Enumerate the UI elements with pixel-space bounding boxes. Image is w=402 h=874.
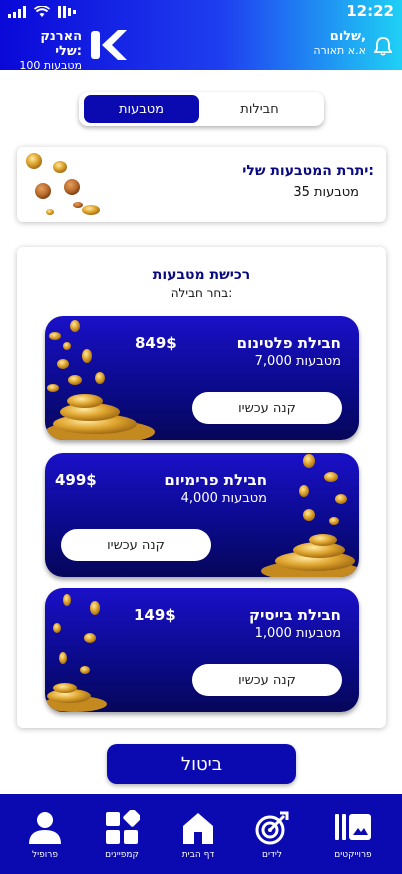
coins-illustration <box>26 153 100 215</box>
home-icon <box>183 813 213 844</box>
tab-packages[interactable]: חבילות <box>202 95 317 123</box>
package-name: חבילת בייסיק <box>248 606 341 624</box>
balance-value: 35 מטבעות <box>293 185 359 200</box>
nav-label: דף הבית <box>181 850 215 860</box>
balance-card: יתרת המטבעות שלי: 35 מטבעות <box>17 147 386 222</box>
main-content: מטבעות חבילות יתרת המטבעות שלי: 35 מטבעו… <box>0 70 402 794</box>
nav-label: לידים <box>261 850 283 860</box>
tab-switcher: מטבעות חבילות <box>79 92 324 126</box>
package-card-premium: חבילת פרימיום 4,000 מטבעות 499$ קנה עכשי… <box>45 453 359 577</box>
campaigns-icon <box>106 810 140 844</box>
profile-icon <box>29 812 61 844</box>
leads-icon <box>255 811 289 845</box>
package-card-platinum: חבילת פלטינום 7,000 מטבעות 849$ קנה עכשי… <box>45 316 359 440</box>
cellular-signal-icon <box>8 6 26 18</box>
nav-item-projects[interactable]: פרוייקטים <box>318 810 388 860</box>
status-bar: 12:22 <box>0 0 402 24</box>
user-greeting: שלום, א.א תאורה <box>313 29 366 57</box>
wallet-summary[interactable]: הארנק שלי: 100 מטבעות <box>10 29 82 72</box>
package-price: 849$ <box>135 334 177 352</box>
tab-coins[interactable]: מטבעות <box>84 95 199 123</box>
status-icons <box>8 3 80 21</box>
nav-label: קמפיינים <box>105 850 139 860</box>
nav-item-leads[interactable]: לידים <box>237 810 307 860</box>
nav-item-home[interactable]: דף הבית <box>163 810 233 860</box>
nav-item-profile[interactable]: פרופיל <box>10 810 80 860</box>
nav-item-campaigns[interactable]: קמפיינים <box>87 810 157 860</box>
package-card-basic: חבילת בייסיק 1,000 מטבעות 149$ קנה עכשיו <box>45 588 359 712</box>
package-name: חבילת פרימיום <box>164 471 267 489</box>
greeting-text: שלום, <box>329 29 366 44</box>
user-name: א.א תאורה <box>313 44 366 57</box>
app-header: הארנק שלי: 100 מטבעות שלום, א.א תאורה <box>0 24 402 72</box>
projects-icon <box>335 814 371 840</box>
bottom-nav: פרופיל קמפיינים דף הבית לידים פרוייקטים <box>0 794 402 874</box>
buy-now-button[interactable]: קנה עכשיו <box>192 664 342 696</box>
balance-title: יתרת המטבעות שלי: <box>242 163 374 179</box>
purchase-title: רכישת מטבעות <box>152 267 251 283</box>
package-coins: 4,000 מטבעות <box>180 491 267 506</box>
package-name: חבילת פלטינום <box>236 334 341 352</box>
nav-label: פרופיל <box>32 850 58 860</box>
clock: 12:22 <box>346 2 394 20</box>
package-coins: 7,000 מטבעות <box>254 354 341 369</box>
package-coins: 1,000 מטבעות <box>254 626 341 641</box>
package-price: 149$ <box>134 606 176 624</box>
battery-icon <box>58 6 76 18</box>
wifi-icon <box>34 6 50 17</box>
nav-label: פרוייקטים <box>334 850 372 860</box>
bell-icon[interactable] <box>374 36 392 56</box>
package-price: 499$ <box>55 471 97 489</box>
app-logo <box>91 30 127 60</box>
wallet-title: הארנק שלי: <box>40 29 82 59</box>
cancel-button[interactable]: ביטול <box>107 744 296 784</box>
buy-now-button[interactable]: קנה עכשיו <box>192 392 342 424</box>
buy-now-button[interactable]: קנה עכשיו <box>61 529 211 561</box>
purchase-subtitle: בחר חבילה: <box>170 286 233 300</box>
